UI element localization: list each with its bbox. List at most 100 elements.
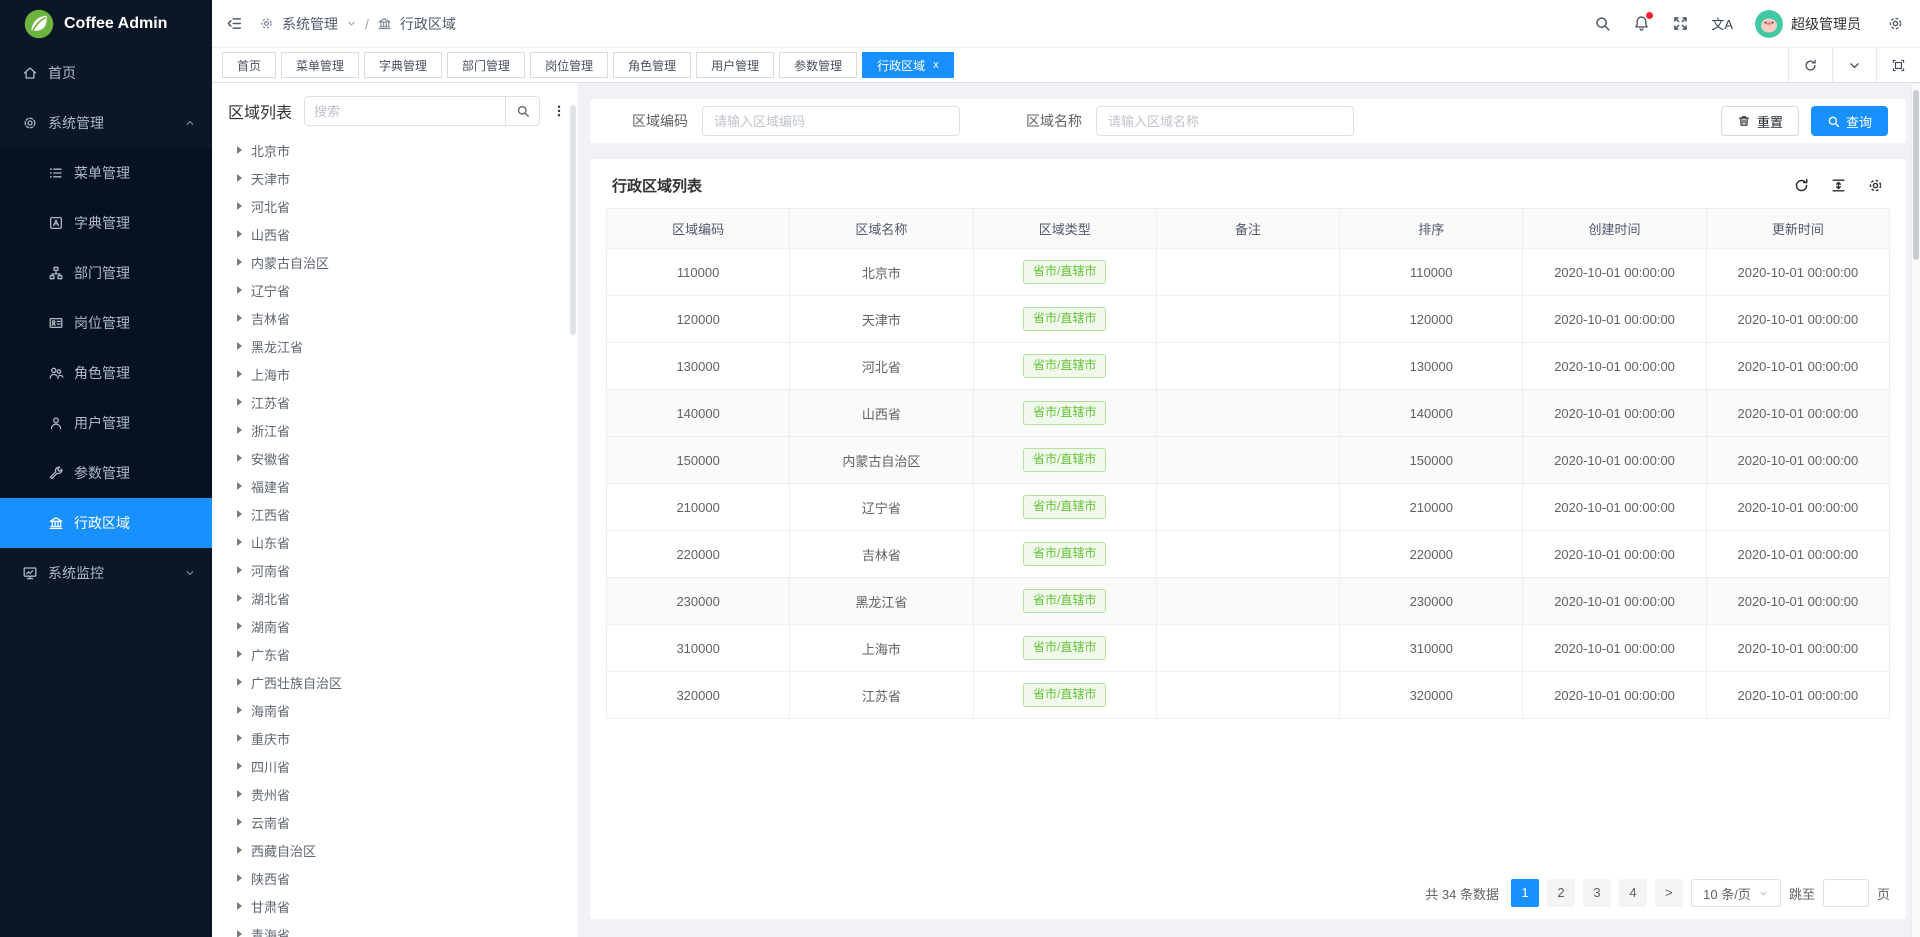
maximize-icon[interactable] <box>1876 48 1920 83</box>
fullscreen-icon[interactable] <box>1672 15 1689 32</box>
caret-right-icon[interactable] <box>237 818 242 826</box>
tree-item[interactable]: 云南省 <box>212 808 578 836</box>
tree-item[interactable]: 广西壮族自治区 <box>212 668 578 696</box>
caret-right-icon[interactable] <box>237 258 242 266</box>
refresh-icon[interactable] <box>1793 177 1810 194</box>
query-button[interactable]: 查询 <box>1811 106 1888 136</box>
breadcrumb-menu[interactable]: 系统管理 <box>282 14 338 34</box>
page-button[interactable]: 2 <box>1547 879 1575 907</box>
tree-item[interactable]: 辽宁省 <box>212 276 578 304</box>
caret-right-icon[interactable] <box>237 482 242 490</box>
caret-right-icon[interactable] <box>237 202 242 210</box>
settings-gear-icon[interactable] <box>1887 15 1904 32</box>
tree-item[interactable]: 广东省 <box>212 640 578 668</box>
caret-right-icon[interactable] <box>237 230 242 238</box>
refresh-icon[interactable] <box>1788 48 1832 83</box>
tree-item[interactable]: 吉林省 <box>212 304 578 332</box>
sidebar-subitem[interactable]: 岗位管理 <box>0 298 212 348</box>
tab-close-icon[interactable]: x <box>933 60 939 71</box>
menu-fold-icon[interactable] <box>226 15 243 32</box>
caret-right-icon[interactable] <box>237 286 242 294</box>
caret-right-icon[interactable] <box>237 846 242 854</box>
table-row[interactable]: 150000内蒙古自治区省市/直辖市1500002020-10-01 00:00… <box>607 437 1890 484</box>
tab-item[interactable]: 用户管理 <box>696 52 774 78</box>
tree-search-input[interactable] <box>305 97 505 125</box>
sidebar-subitem[interactable]: 用户管理 <box>0 398 212 448</box>
caret-right-icon[interactable] <box>237 314 242 322</box>
app-logo[interactable]: Coffee Admin <box>0 0 212 48</box>
tree-item[interactable]: 四川省 <box>212 752 578 780</box>
sidebar-subitem[interactable]: 字典管理 <box>0 198 212 248</box>
tree-item[interactable]: 青海省 <box>212 920 578 937</box>
page-size-select[interactable]: 10 条/页 <box>1691 879 1781 907</box>
sidebar-subitem[interactable]: 部门管理 <box>0 248 212 298</box>
sidebar-subitem[interactable]: 菜单管理 <box>0 148 212 198</box>
caret-right-icon[interactable] <box>237 734 242 742</box>
caret-right-icon[interactable] <box>237 874 242 882</box>
tree-item[interactable]: 山西省 <box>212 220 578 248</box>
caret-right-icon[interactable] <box>237 902 242 910</box>
tree-item[interactable]: 重庆市 <box>212 724 578 752</box>
column-settings-gear-icon[interactable] <box>1867 177 1884 194</box>
caret-right-icon[interactable] <box>237 454 242 462</box>
table-row[interactable]: 320000江苏省省市/直辖市3200002020-10-01 00:00:00… <box>607 672 1890 719</box>
table-row[interactable]: 140000山西省省市/直辖市1400002020-10-01 00:00:00… <box>607 390 1890 437</box>
caret-right-icon[interactable] <box>237 538 242 546</box>
caret-right-icon[interactable] <box>237 706 242 714</box>
tree-item[interactable]: 西藏自治区 <box>212 836 578 864</box>
sidebar-item[interactable]: 系统管理 <box>0 98 212 148</box>
table-row[interactable]: 230000黑龙江省省市/直辖市2300002020-10-01 00:00:0… <box>607 578 1890 625</box>
tree-item[interactable]: 内蒙古自治区 <box>212 248 578 276</box>
row-density-icon[interactable] <box>1830 177 1847 194</box>
tab-active[interactable]: 行政区域x <box>862 52 954 78</box>
search-icon[interactable] <box>1594 15 1611 32</box>
caret-right-icon[interactable] <box>237 762 242 770</box>
table-row[interactable]: 120000天津市省市/直辖市1200002020-10-01 00:00:00… <box>607 296 1890 343</box>
jump-page-input[interactable] <box>1823 879 1869 907</box>
tab-item[interactable]: 部门管理 <box>447 52 525 78</box>
caret-right-icon[interactable] <box>237 678 242 686</box>
caret-right-icon[interactable] <box>237 650 242 658</box>
sidebar-subitem[interactable]: 角色管理 <box>0 348 212 398</box>
tab-item[interactable]: 字典管理 <box>364 52 442 78</box>
tree-search-button[interactable] <box>505 97 539 125</box>
table-row[interactable]: 220000吉林省省市/直辖市2200002020-10-01 00:00:00… <box>607 531 1890 578</box>
tab-item[interactable]: 参数管理 <box>779 52 857 78</box>
tree-item[interactable]: 海南省 <box>212 696 578 724</box>
tree-item[interactable]: 河北省 <box>212 192 578 220</box>
user-menu[interactable]: 超级管理员 <box>1755 10 1861 38</box>
sidebar-item[interactable]: 系统监控 <box>0 548 212 598</box>
name-input[interactable] <box>1096 106 1354 136</box>
tree-item[interactable]: 贵州省 <box>212 780 578 808</box>
tree-item[interactable]: 甘肃省 <box>212 892 578 920</box>
table-row[interactable]: 130000河北省省市/直辖市1300002020-10-01 00:00:00… <box>607 343 1890 390</box>
page-scrollbar[interactable] <box>1911 84 1920 937</box>
sidebar-subitem[interactable]: 参数管理 <box>0 448 212 498</box>
code-input[interactable] <box>702 106 960 136</box>
tree-item[interactable]: 河南省 <box>212 556 578 584</box>
sidebar-item[interactable]: 首页 <box>0 48 212 98</box>
tab-item[interactable]: 角色管理 <box>613 52 691 78</box>
sidebar-subitem[interactable]: 行政区域 <box>0 498 212 548</box>
caret-right-icon[interactable] <box>237 426 242 434</box>
tree-item[interactable]: 湖北省 <box>212 584 578 612</box>
caret-right-icon[interactable] <box>237 790 242 798</box>
page-button[interactable]: 4 <box>1619 879 1647 907</box>
tree-item[interactable]: 黑龙江省 <box>212 332 578 360</box>
tree-item[interactable]: 浙江省 <box>212 416 578 444</box>
tree-scrollbar[interactable] <box>570 105 576 335</box>
table-row[interactable]: 110000北京市省市/直辖市1100002020-10-01 00:00:00… <box>607 249 1890 296</box>
more-options-icon[interactable] <box>552 103 566 119</box>
caret-right-icon[interactable] <box>237 510 242 518</box>
reset-button[interactable]: 重置 <box>1721 106 1799 136</box>
tree-item[interactable]: 江苏省 <box>212 388 578 416</box>
translate-icon[interactable]: 文A <box>1711 14 1733 33</box>
tree-item[interactable]: 山东省 <box>212 528 578 556</box>
tree-item[interactable]: 安徽省 <box>212 444 578 472</box>
caret-right-icon[interactable] <box>237 930 242 937</box>
tree-item[interactable]: 湖南省 <box>212 612 578 640</box>
tabs-chevron-down-icon[interactable] <box>1832 48 1876 83</box>
next-page-button[interactable]: > <box>1655 879 1683 907</box>
table-row[interactable]: 210000辽宁省省市/直辖市2100002020-10-01 00:00:00… <box>607 484 1890 531</box>
caret-right-icon[interactable] <box>237 398 242 406</box>
